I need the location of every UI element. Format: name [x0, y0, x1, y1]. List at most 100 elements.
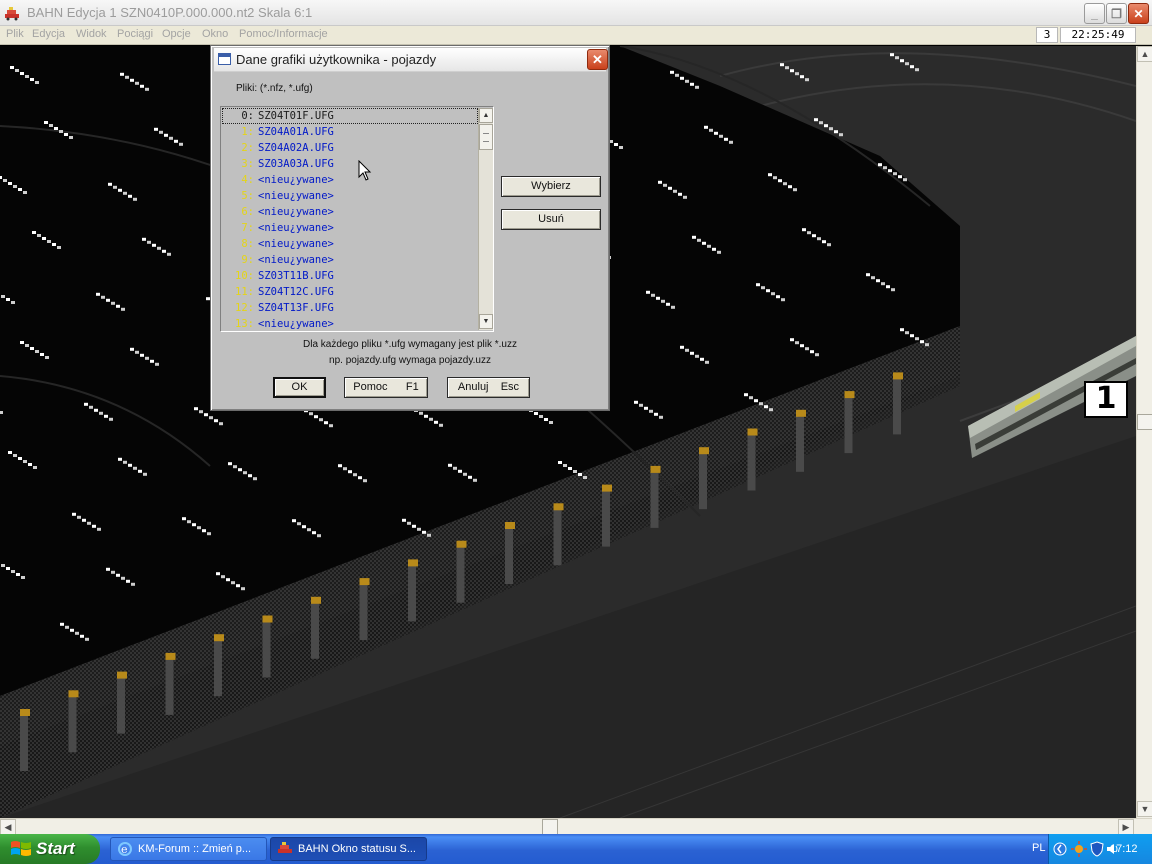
list-item-index: 11:	[235, 286, 254, 298]
main-horizontal-scrollbar[interactable]: ◀ ▶	[0, 818, 1152, 835]
list-item-filename: SZ04T01F.UFG	[258, 110, 334, 122]
platform-post	[602, 488, 610, 547]
list-item-filename: SZ04A01A.UFG	[258, 126, 334, 138]
list-scroll-down-icon[interactable]: ▼	[479, 314, 493, 329]
list-item[interactable]: 3: SZ03A03A.UFG	[222, 156, 478, 172]
list-item-index: 6:	[241, 206, 254, 218]
list-item[interactable]: 1: SZ04A01A.UFG	[222, 124, 478, 140]
task-button-km-forum[interactable]: e KM-Forum :: Zmień p...	[110, 837, 267, 861]
help-button[interactable]: Pomoc F1	[344, 377, 428, 398]
platform-lamp	[165, 652, 176, 660]
task-button-bahn-status[interactable]: BAHN Okno statusu S...	[270, 837, 427, 861]
list-item[interactable]: 9: <nieu¿ywane>	[222, 252, 478, 268]
platform-lamp	[553, 503, 564, 511]
platform-lamp	[650, 465, 661, 473]
list-item[interactable]: 8: <nieu¿ywane>	[222, 236, 478, 252]
list-scrollbar[interactable]: ▲ ▼	[478, 108, 493, 330]
note-line-1: Dla każdego pliku *.ufg wymagany jest pl…	[303, 339, 517, 350]
cancel-button[interactable]: Anuluj Esc	[447, 377, 530, 398]
list-item-index: 2:	[241, 142, 254, 154]
start-button[interactable]: Start	[0, 834, 100, 864]
tray-expand-icon[interactable]	[1053, 841, 1067, 857]
vertical-scroll-thumb[interactable]	[1137, 414, 1152, 430]
platform-post	[262, 619, 271, 678]
train-number-label[interactable]: 1	[1084, 381, 1128, 418]
task-label: BAHN Okno statusu S...	[298, 843, 416, 855]
bahn-icon	[278, 842, 292, 853]
remove-button[interactable]: Usuń	[501, 209, 601, 230]
platform-lamp	[844, 391, 855, 399]
status-train-count: 3	[1036, 27, 1058, 43]
list-item[interactable]: 4: <nieu¿ywane>	[222, 172, 478, 188]
platform-post	[796, 413, 804, 472]
list-item[interactable]: 0: SZ04T01F.UFG	[222, 108, 478, 124]
list-item[interactable]: 5: <nieu¿ywane>	[222, 188, 478, 204]
list-item-filename: <nieu¿ywane>	[258, 238, 334, 250]
scroll-left-arrow-icon[interactable]: ◀	[0, 819, 16, 835]
platform-post	[311, 600, 319, 659]
ok-button[interactable]: OK	[273, 377, 326, 398]
list-item[interactable]: 12: SZ04T13F.UFG	[222, 300, 478, 316]
menu-pomoc-informacje[interactable]: Pomoc/Informacje	[239, 28, 328, 40]
platform-lamp	[408, 559, 418, 567]
horizontal-scroll-thumb[interactable]	[542, 819, 558, 835]
list-item-index: 8:	[241, 238, 254, 250]
dialog-close-button[interactable]: ✕	[587, 49, 608, 70]
list-item-filename: <nieu¿ywane>	[258, 222, 334, 234]
platform-post	[505, 526, 513, 584]
list-item-filename: <nieu¿ywane>	[258, 206, 334, 218]
status-simulation-time: 22:25:49	[1060, 27, 1136, 43]
scroll-up-arrow-icon[interactable]: ▲	[1137, 46, 1152, 62]
platform-lamp	[456, 540, 467, 548]
list-item-index: 9:	[241, 254, 254, 266]
menu-okno[interactable]: Okno	[202, 28, 228, 40]
list-item[interactable]: 2: SZ04A02A.UFG	[222, 140, 478, 156]
language-indicator[interactable]: PL	[1032, 842, 1045, 854]
svg-text:e: e	[121, 843, 128, 856]
list-item[interactable]: 10: SZ03T11B.UFG	[222, 268, 478, 284]
menu-widok[interactable]: Widok	[76, 28, 107, 40]
menu-pociagi[interactable]: Pociągi	[117, 28, 153, 40]
list-item[interactable]: 11: SZ04T12C.UFG	[222, 284, 478, 300]
platform-post	[893, 376, 901, 435]
shield-icon[interactable]	[1090, 841, 1104, 857]
select-button[interactable]: Wybierz	[501, 176, 601, 197]
menu-opcje[interactable]: Opcje	[162, 28, 191, 40]
list-item-filename: <nieu¿ywane>	[258, 190, 334, 202]
platform-lamp	[262, 615, 273, 623]
task-label: KM-Forum :: Zmień p...	[138, 843, 252, 855]
window-titlebar[interactable]: BAHN Edycja 1 SZN0410P.000.000.nt2 Skala…	[0, 0, 1152, 26]
file-listbox[interactable]: 0: SZ04T01F.UFG 1: SZ04A01A.UFG 2: SZ04A02A.U…	[220, 106, 494, 332]
taskbar: Start e KM-Forum :: Zmień p... BAHN Okno…	[0, 834, 1152, 864]
list-item[interactable]: 7: <nieu¿ywane>	[222, 220, 478, 236]
list-scroll-up-icon[interactable]: ▲	[479, 108, 493, 123]
platform-lamp	[214, 634, 224, 642]
list-scroll-thumb[interactable]	[479, 124, 493, 150]
menu-edycja[interactable]: Edycja	[32, 28, 65, 40]
main-vertical-scrollbar[interactable]: ▲ ▼	[1136, 46, 1152, 818]
platform-post	[165, 656, 174, 715]
list-item-index: 4:	[241, 174, 254, 186]
note-line-2: np. pojazdy.ufg wymaga pojazdy.uzz	[329, 355, 491, 366]
sun-icon[interactable]	[1071, 841, 1087, 857]
list-item[interactable]: 6: <nieu¿ywane>	[222, 204, 478, 220]
menu-bar: Plik Edycja Widok Pociągi Opcje Okno Pom…	[0, 26, 1152, 45]
dialog-titlebar[interactable]: Dane grafiki użytkownika - pojazdy ✕	[214, 48, 608, 72]
platform-post	[68, 694, 77, 753]
list-item-index: 10:	[235, 270, 254, 282]
scroll-right-arrow-icon[interactable]: ▶	[1118, 819, 1134, 835]
list-item-filename: <nieu¿ywane>	[258, 254, 334, 266]
platform-post	[699, 451, 707, 510]
scroll-down-arrow-icon[interactable]: ▼	[1137, 801, 1152, 817]
platform-post	[650, 469, 659, 528]
list-item-index: 12:	[235, 302, 254, 314]
menu-plik[interactable]: Plik	[6, 28, 24, 40]
platform-lamp	[699, 447, 709, 455]
platform-lamp	[311, 596, 321, 604]
platform-lamp	[747, 428, 758, 436]
minimize-button[interactable]: _	[1084, 3, 1105, 24]
maximize-button[interactable]: ❐	[1106, 3, 1127, 24]
list-item-filename: SZ03T11B.UFG	[258, 270, 334, 282]
list-item[interactable]: 13: <nieu¿ywane>	[222, 316, 478, 330]
close-button[interactable]: ✕	[1128, 3, 1149, 24]
